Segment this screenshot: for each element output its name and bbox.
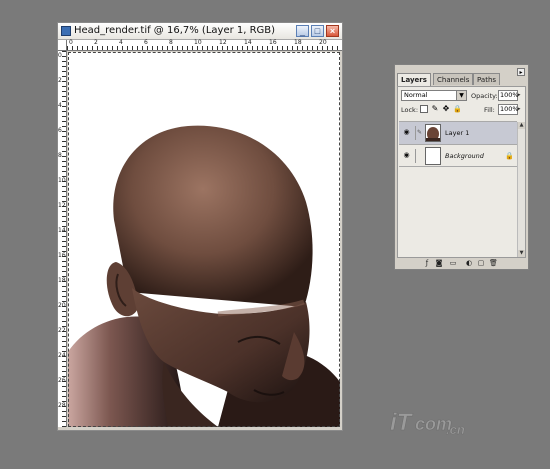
layers-scrollbar[interactable]: ▲ ▼ bbox=[517, 122, 525, 257]
scroll-up-arrow-icon[interactable]: ▲ bbox=[518, 122, 525, 129]
ruler-number: 4 bbox=[119, 39, 123, 46]
watermark-logo: iT com .cn bbox=[390, 409, 465, 438]
horizontal-ruler[interactable]: 0 2 4 6 8 10 12 14 16 18 20 bbox=[67, 40, 342, 51]
eye-visibility-icon[interactable]: ◉ bbox=[402, 151, 411, 160]
link-slot[interactable] bbox=[415, 149, 422, 163]
fill-field[interactable]: 100% bbox=[498, 104, 519, 115]
ruler-number: 4 bbox=[58, 102, 62, 109]
ruler-number: 24 bbox=[58, 352, 66, 359]
tab-paths[interactable]: Paths bbox=[473, 73, 501, 85]
ruler-number: 10 bbox=[58, 177, 66, 184]
blend-mode-select[interactable]: Normal ▼ bbox=[401, 90, 467, 101]
lock-label: Lock: bbox=[401, 106, 419, 114]
scroll-down-arrow-icon[interactable]: ▼ bbox=[518, 250, 525, 257]
ruler-number: 8 bbox=[169, 39, 173, 46]
photoshop-document-icon bbox=[61, 26, 71, 36]
layer-name: Background bbox=[445, 152, 484, 160]
layer-style-icon[interactable]: ƒ bbox=[423, 259, 431, 267]
ruler-number: 6 bbox=[144, 39, 148, 46]
ruler-number: 12 bbox=[219, 39, 227, 46]
document-titlebar[interactable]: Head_render.tif @ 16,7% (Layer 1, RGB) _… bbox=[58, 23, 342, 40]
ruler-number: 18 bbox=[58, 277, 66, 284]
ruler-number: 16 bbox=[58, 252, 66, 259]
tab-layers[interactable]: Layers bbox=[397, 73, 431, 86]
lock-position-move-icon[interactable]: ✥ bbox=[442, 105, 450, 113]
opacity-label: Opacity: bbox=[471, 92, 498, 100]
ruler-number: 0 bbox=[69, 39, 73, 46]
document-canvas[interactable] bbox=[68, 52, 340, 427]
fill-label: Fill: bbox=[484, 106, 495, 114]
brush-active-icon[interactable]: ✎ bbox=[415, 126, 422, 140]
blend-mode-value: Normal bbox=[404, 91, 428, 99]
close-button[interactable]: × bbox=[326, 25, 339, 37]
trash-icon[interactable]: 🗑 bbox=[489, 259, 498, 267]
maximize-button[interactable]: □ bbox=[311, 25, 324, 37]
ruler-number: 16 bbox=[269, 39, 277, 46]
lock-image-brush-icon[interactable]: ✎ bbox=[431, 105, 439, 113]
lock-icon: 🔒 bbox=[505, 152, 514, 160]
ruler-number: 14 bbox=[58, 227, 66, 234]
layers-footer-toolbar: ƒ ◙ ▭ ◐ ▢ 🗑 bbox=[397, 258, 526, 269]
layer-name: Layer 1 bbox=[445, 129, 470, 137]
tab-channels[interactable]: Channels bbox=[433, 73, 474, 85]
vertical-ruler[interactable]: 0 2 4 6 8 10 12 14 16 18 20 22 24 26 28 bbox=[58, 51, 67, 427]
watermark-cn: .cn bbox=[446, 422, 465, 437]
document-window[interactable]: Head_render.tif @ 16,7% (Layer 1, RGB) _… bbox=[57, 22, 343, 431]
ruler-number: 0 bbox=[58, 52, 62, 59]
ruler-number: 20 bbox=[319, 39, 327, 46]
ruler-number: 22 bbox=[58, 327, 66, 334]
new-set-folder-icon[interactable]: ▭ bbox=[449, 259, 457, 267]
ruler-number: 6 bbox=[58, 127, 62, 134]
ruler-number: 18 bbox=[294, 39, 302, 46]
ruler-number: 2 bbox=[58, 77, 62, 84]
ruler-number: 10 bbox=[194, 39, 202, 46]
layer-thumbnail bbox=[425, 147, 441, 165]
ruler-number: 8 bbox=[58, 152, 62, 159]
head-thumbnail-icon bbox=[426, 125, 440, 141]
layer-mask-icon[interactable]: ◙ bbox=[435, 259, 443, 267]
head-render-image bbox=[68, 125, 340, 427]
ruler-number: 20 bbox=[58, 302, 66, 309]
ruler-number: 12 bbox=[58, 202, 66, 209]
layers-palette[interactable]: ▸ Layers Channels Paths Normal ▼ Opacity… bbox=[394, 64, 529, 270]
ruler-number: 2 bbox=[94, 39, 98, 46]
ruler-number: 26 bbox=[58, 377, 66, 384]
fill-slider-arrow-icon[interactable]: ▸ bbox=[518, 104, 524, 115]
palette-tabs: Layers Channels Paths bbox=[397, 73, 527, 86]
layer-row-layer-1[interactable]: ◉ ✎ Layer 1 bbox=[399, 121, 517, 144]
layer-thumbnail bbox=[425, 124, 441, 142]
layers-panel-body: Normal ▼ Opacity: 100% ▸ Lock: ✎ ✥ 🔒 Fil… bbox=[397, 86, 526, 258]
lock-all-icon[interactable]: 🔒 bbox=[453, 105, 462, 113]
ruler-origin[interactable] bbox=[58, 40, 67, 51]
watermark-it: iT bbox=[390, 409, 414, 436]
eye-visibility-icon[interactable]: ◉ bbox=[402, 128, 411, 137]
opacity-field[interactable]: 100% bbox=[498, 90, 519, 101]
new-layer-icon[interactable]: ▢ bbox=[477, 259, 485, 267]
lock-transparency-icon[interactable] bbox=[420, 105, 428, 113]
document-title: Head_render.tif @ 16,7% (Layer 1, RGB) bbox=[74, 25, 276, 36]
ruler-number: 28 bbox=[58, 402, 66, 409]
chevron-down-icon[interactable]: ▼ bbox=[456, 91, 466, 100]
opacity-slider-arrow-icon[interactable]: ▸ bbox=[518, 90, 524, 101]
adjustment-layer-icon[interactable]: ◐ bbox=[465, 259, 473, 267]
minimize-button[interactable]: _ bbox=[296, 25, 309, 37]
ruler-number: 14 bbox=[244, 39, 252, 46]
layer-row-background[interactable]: ◉ Background 🔒 bbox=[399, 144, 517, 167]
